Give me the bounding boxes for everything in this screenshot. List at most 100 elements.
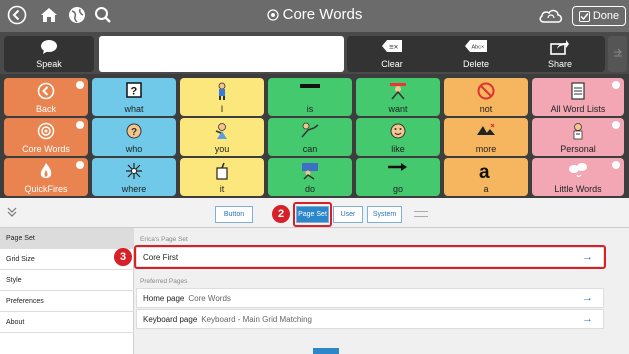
section-header: Preferred Pages [140, 278, 188, 285]
svg-text:≡×: ≡× [389, 43, 399, 52]
clear-button[interactable]: ≡× Clear [347, 36, 437, 72]
grid-cell-label: a [483, 184, 489, 194]
folder-link-icon [76, 121, 84, 129]
folder-link-icon [76, 81, 84, 89]
grid-cell-back[interactable]: Back [4, 78, 88, 116]
folder-link-icon [612, 81, 620, 89]
menu-label: Style [6, 276, 22, 284]
grid-cell-who[interactable]: ? who [92, 118, 176, 156]
where-symbol-icon [92, 162, 176, 180]
delete-icon: Abc× [431, 39, 521, 53]
home-page-value: Core Words [188, 293, 231, 303]
message-bar[interactable] [99, 36, 344, 72]
grid-cell-label: not [479, 104, 493, 114]
tab-button[interactable]: Button [215, 206, 253, 223]
grid-cell-label: where [121, 184, 147, 194]
menu-item-page-set[interactable]: Page Set [0, 228, 134, 249]
grid-cell-label: want [388, 104, 408, 114]
grid-cell-label: do [304, 184, 315, 194]
menu-item-preferences[interactable]: Preferences [0, 291, 134, 312]
clear-icon: ≡× [347, 39, 437, 53]
grid-cell-a[interactable]: aa [444, 158, 528, 196]
grid-cell-i[interactable]: I [180, 78, 264, 116]
callout-highlight-tab [293, 202, 332, 227]
can-symbol-icon [268, 122, 352, 138]
grid-cell-little-words[interactable]: Little Words [532, 158, 624, 196]
grid-cell-can[interactable]: can [268, 118, 352, 156]
is-symbol-icon [268, 82, 352, 90]
step-badge: 3 [114, 248, 132, 266]
panel-scroll-handle[interactable] [313, 348, 339, 354]
like-symbol-icon [356, 122, 440, 140]
svg-text:?: ? [131, 86, 138, 98]
grid-cell-label: Core Words [22, 144, 70, 154]
tab-label: System [372, 211, 397, 218]
menu-label: About [6, 318, 25, 326]
cloud-sync-icon[interactable] [538, 6, 564, 31]
folder-link-icon [612, 161, 620, 169]
window-title: Core Words [282, 6, 363, 23]
grid-cell-not[interactable]: not [444, 78, 528, 116]
menu-label: Preferences [6, 297, 44, 305]
grid-cell-label: can [302, 144, 318, 154]
share-icon [515, 39, 605, 55]
grid-cell-is[interactable]: is [268, 78, 352, 116]
grid-cell-label: Back [35, 104, 56, 114]
menu-item-about[interactable]: About [0, 312, 134, 333]
chevron-down-icon[interactable] [6, 205, 18, 223]
menu-label: Grid Size [6, 255, 35, 263]
svg-text:a: a [479, 162, 490, 180]
svg-text:?: ? [131, 127, 137, 138]
you-symbol-icon [180, 122, 264, 140]
speak-button[interactable]: Speak [4, 36, 94, 72]
grid-cell-label: Little Words [554, 184, 602, 194]
grid-cell-label: what [124, 104, 144, 114]
grid-cell-label: more [475, 144, 497, 154]
grid-cell-label: I [220, 104, 224, 114]
grid-cell-label: like [391, 144, 405, 154]
drag-handle[interactable] [414, 211, 428, 217]
home-page-row[interactable]: Home page Core Words → [136, 288, 604, 308]
folder-link-icon [612, 121, 620, 129]
section-header: Erica's Page Set [140, 236, 188, 243]
menu-item-style[interactable]: Style [0, 270, 134, 291]
grid-cell-label: QuickFires [24, 184, 68, 194]
grid-cell-you[interactable]: you [180, 118, 264, 156]
keyboard-page-row[interactable]: Keyboard page Keyboard - Main Grid Match… [136, 309, 604, 329]
grid-cell-core-words[interactable]: Core Words [4, 118, 88, 156]
tab-user[interactable]: User [333, 206, 363, 223]
grid-cell-where[interactable]: where [92, 158, 176, 196]
grid-cell-more[interactable]: more [444, 118, 528, 156]
speech-bubble-icon [4, 39, 94, 55]
target-icon [266, 8, 279, 25]
toolbar-scroll-handle[interactable] [608, 36, 627, 72]
what-symbol-icon: ? [92, 82, 176, 98]
little-words-symbol-icon [532, 162, 624, 178]
delete-label: Delete [462, 59, 489, 69]
arrow-right-icon: → [582, 313, 593, 325]
arrow-right-icon: → [582, 292, 593, 304]
keyboard-page-label: Keyboard page [143, 314, 198, 324]
svg-text:Abc×: Abc× [472, 45, 485, 51]
delete-button[interactable]: Abc× Delete [431, 36, 521, 72]
grid-cell-like[interactable]: like [356, 118, 440, 156]
tab-label: User [340, 211, 356, 218]
grid-cell-want[interactable]: want [356, 78, 440, 116]
i-symbol-icon [180, 82, 264, 100]
more-symbol-icon [444, 122, 528, 136]
share-button[interactable]: Share [515, 36, 605, 72]
grid-cell-all-word-lists[interactable]: All Word Lists [532, 78, 624, 116]
personal-symbol-icon [532, 122, 624, 140]
grid-cell-go[interactable]: go [356, 158, 440, 196]
done-label: Done [592, 10, 620, 22]
grid-cell-quickfires[interactable]: QuickFires [4, 158, 88, 196]
grid-cell-what[interactable]: ? what [92, 78, 176, 116]
all-word-lists-symbol-icon [532, 82, 624, 100]
window-title-wrap: Core Words [0, 6, 629, 25]
done-button[interactable]: Done [572, 6, 626, 26]
grid-cell-personal[interactable]: Personal [532, 118, 624, 156]
tab-system[interactable]: System [367, 206, 402, 223]
callout-highlight-row [134, 245, 606, 269]
grid-cell-do[interactable]: do [268, 158, 352, 196]
grid-cell-it[interactable]: it [180, 158, 264, 196]
